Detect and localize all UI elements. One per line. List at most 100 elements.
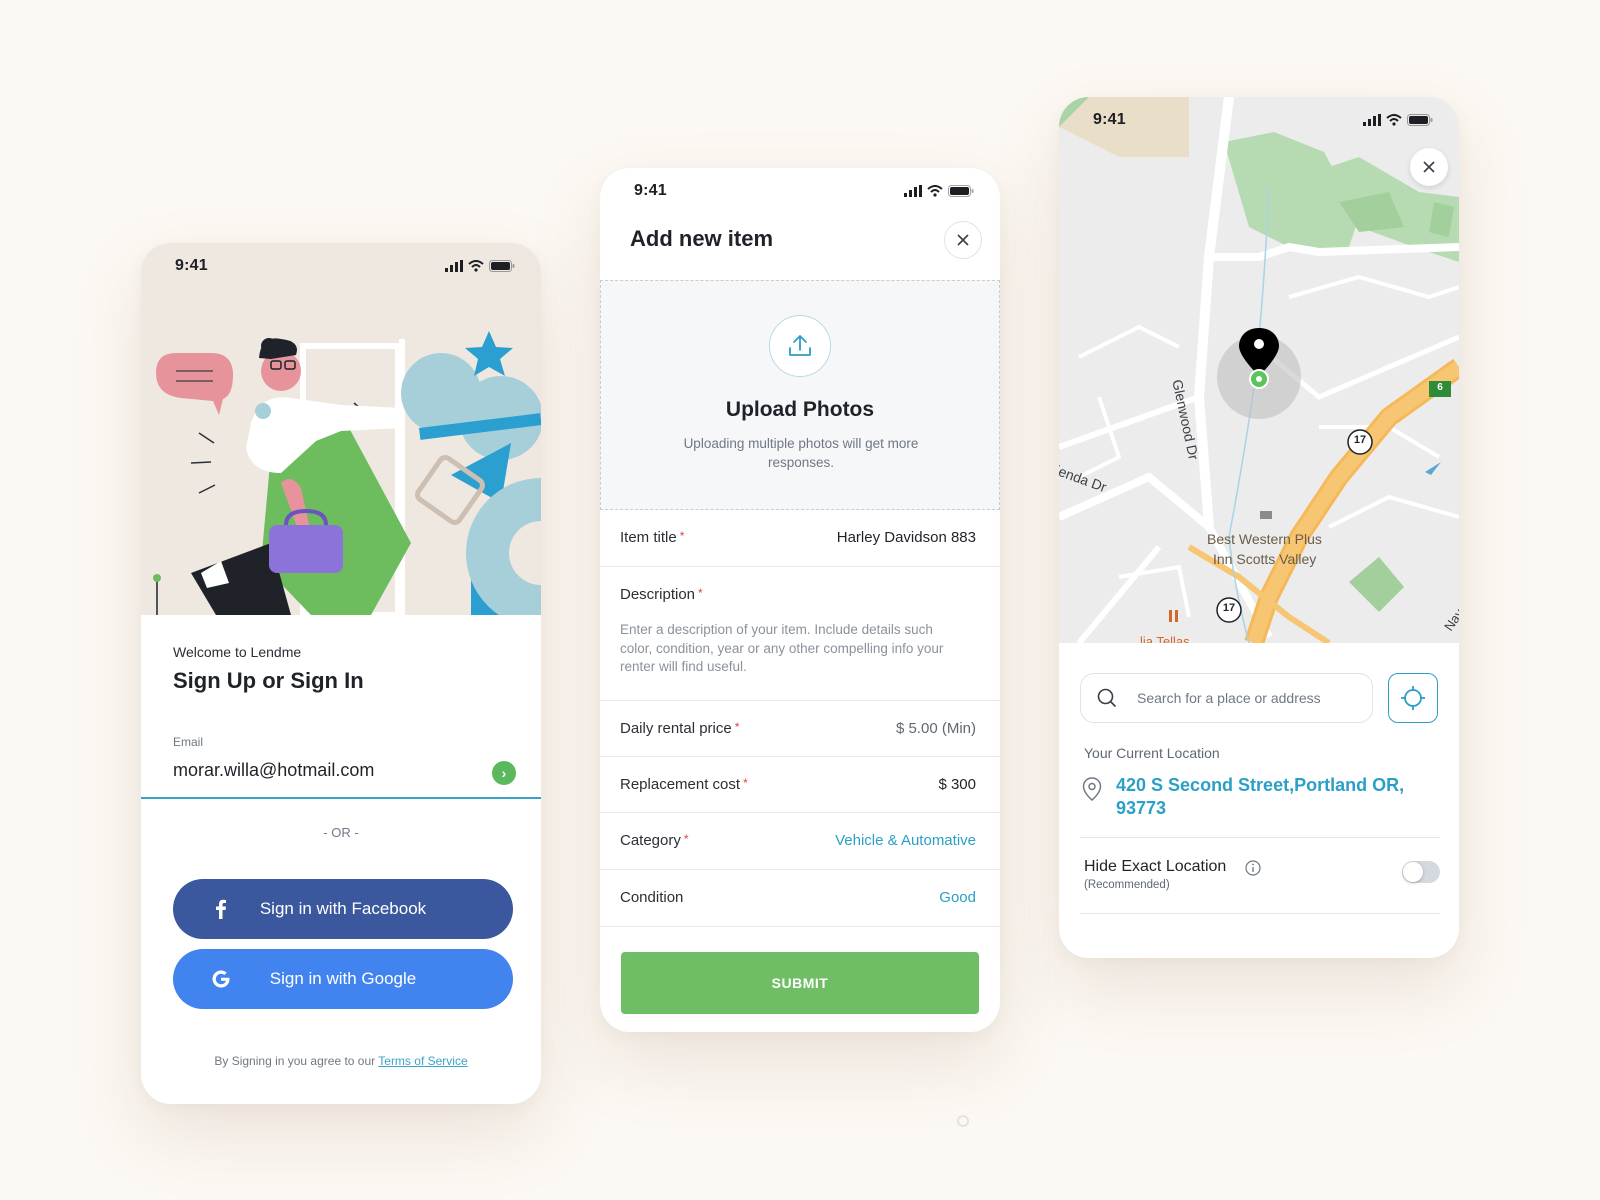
signin-screen: 9:41 Welcome to Lendme Sign Up or Sign I… [141,243,541,1104]
close-icon [957,234,969,246]
search-input[interactable] [1137,674,1357,722]
facebook-icon [216,899,226,919]
upload-subtitle: Uploading multiple photos will get more … [683,436,919,470]
item-title-value[interactable]: Harley Davidson 883 [837,529,976,546]
close-button[interactable] [1410,148,1448,186]
hide-location-toggle[interactable] [1402,861,1440,883]
person-carrying-bag-illustration [141,243,541,615]
wifi-icon [1386,114,1402,126]
status-bar: 9:41 [141,243,541,289]
divider [1080,913,1440,914]
facebook-signin-label: Sign in with Facebook [259,899,427,918]
submit-button[interactable]: SUBMIT [621,952,979,1014]
replacement-cost-value[interactable]: $ 300 [938,776,976,793]
required-marker: * [683,832,689,846]
daily-price-value[interactable]: $ 5.00 (Min) [896,720,976,737]
page-title: Add new item [630,226,774,251]
search-icon [1097,688,1117,708]
location-screen: Glenwood Dr ienda Dr Nava Best Western P… [1059,97,1459,958]
terms-prefix: By Signing in you agree to our [214,1054,379,1068]
terms-text: By Signing in you agree to our Terms of … [141,1054,541,1068]
email-field[interactable]: morar.willa@hotmail.com [173,760,374,781]
status-icons [904,185,974,197]
required-marker: * [734,720,740,734]
route-badge: 6 [1437,382,1443,393]
add-item-screen: 9:41 Add new item Upload Photos Uploadin… [600,168,1000,1032]
daily-price-label-text: Daily rental price [620,720,732,737]
upload-button[interactable] [769,315,831,377]
condition-label: Condition [620,889,684,906]
battery-icon [489,260,515,272]
email-field-underline [141,797,541,799]
category-label-text: Category [620,832,681,849]
hero-illustration [141,243,541,615]
battery-icon [1407,114,1433,126]
replacement-cost-label: Replacement cost * [620,776,748,793]
signal-icon [904,185,922,197]
required-marker: * [698,586,703,600]
item-title-row[interactable]: Item title * Harley Davidson 883 [600,510,1000,567]
description-label-text: Description [620,586,696,603]
crosshair-icon [1401,686,1425,710]
facebook-signin-button[interactable]: Sign in with Facebook [173,879,513,939]
condition-select[interactable]: Good [939,889,976,906]
map-poi-line-1: Best Western Plus [1207,531,1322,547]
google-signin-label: Sign in with Google [269,969,417,988]
hide-location-hint: (Recommended) [1084,879,1170,891]
current-location-address[interactable]: 420 S Second Street,Portland OR, 93773 [1116,774,1436,820]
route-badge: 17 [1222,602,1236,614]
chevron-right-icon: › [501,765,507,781]
email-submit-button[interactable]: › [492,761,516,785]
hide-location-label: Hide Exact Location [1084,858,1227,875]
status-time: 9:41 [175,257,208,274]
search-box[interactable] [1080,673,1373,723]
location-pin-icon [1082,777,1102,801]
map-view[interactable]: Glenwood Dr ienda Dr Nava Best Western P… [1059,97,1459,643]
decorative-dot [957,1115,969,1127]
daily-price-label: Daily rental price * [620,720,739,737]
map-poi-label: lia Tellas [1140,634,1190,643]
google-signin-button[interactable]: Sign in with Google [173,949,513,1009]
info-icon[interactable] [1245,860,1261,876]
google-icon [212,970,230,988]
category-row[interactable]: Category * Vehicle & Automative [600,813,1000,870]
description-row[interactable]: Description * Enter a description of your… [600,567,1000,701]
daily-price-row[interactable]: Daily rental price * $ 5.00 (Min) [600,701,1000,757]
divider [1080,837,1440,838]
status-bar: 9:41 [1059,97,1459,143]
required-marker: * [743,776,748,790]
toggle-knob [1403,862,1423,882]
photo-upload-dropzone[interactable]: Upload Photos Uploading multiple photos … [600,280,1000,510]
current-location-label: Your Current Location [1084,745,1220,761]
replacement-cost-row[interactable]: Replacement cost * $ 300 [600,757,1000,813]
close-icon [1423,161,1435,173]
category-select[interactable]: Vehicle & Automative [835,832,976,849]
signal-icon [445,260,463,272]
map-poi-line-2: Inn Scotts Valley [1213,551,1317,567]
signal-icon [1363,114,1381,126]
item-title-label: Item title * [620,529,684,546]
or-divider: - OR - [323,825,359,840]
wifi-icon [468,260,484,272]
email-label: Email [173,735,204,749]
welcome-text: Welcome to Lendme [173,644,302,660]
replacement-cost-label-text: Replacement cost [620,776,741,793]
battery-icon [948,185,974,197]
upload-title: Upload Photos [725,398,875,421]
description-input[interactable]: Enter a description of your item. Includ… [620,621,960,677]
page-title: Sign Up or Sign In [173,668,364,693]
description-label: Description * [620,586,703,603]
category-label: Category * [620,832,689,849]
terms-of-service-link[interactable]: Terms of Service [378,1054,467,1068]
close-button[interactable] [944,221,982,259]
required-marker: * [679,529,685,543]
route-badge: 17 [1353,434,1367,446]
upload-icon [789,335,811,356]
wifi-icon [927,185,943,197]
current-location-button[interactable] [1388,673,1438,723]
status-time: 9:41 [634,182,667,199]
map-poi-label: Best Western Plus Inn Scotts Valley [1207,529,1367,569]
status-icons [1363,114,1433,126]
status-time: 9:41 [1093,111,1126,128]
condition-row[interactable]: Condition Good [600,870,1000,927]
